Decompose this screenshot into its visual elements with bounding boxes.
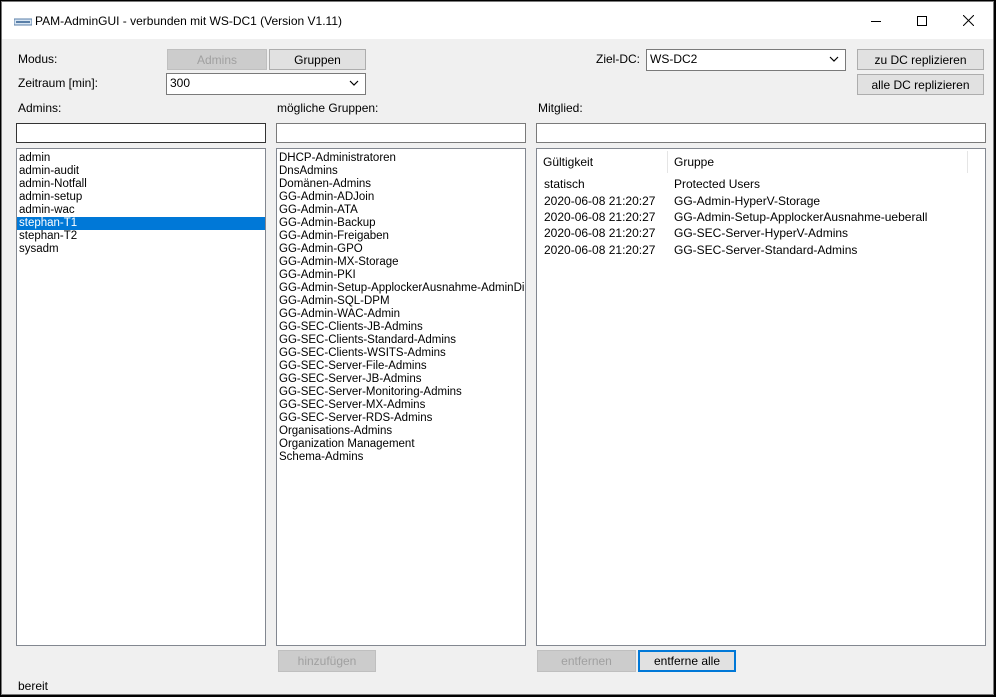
status-text: bereit xyxy=(18,679,49,693)
group-list-item[interactable]: GG-Admin-Setup-ApplockerAusnahme-AdminDi… xyxy=(277,282,525,295)
admin-list-item[interactable]: admin-audit xyxy=(17,165,265,178)
validity-cell: 2020-06-08 21:20:27 xyxy=(544,243,656,257)
column-header-group[interactable]: Gruppe xyxy=(668,149,968,175)
group-list-item[interactable]: GG-SEC-Server-File-Admins xyxy=(277,360,525,373)
remove-button[interactable]: entfernen xyxy=(537,650,636,672)
chevron-down-icon xyxy=(829,56,839,62)
column-divider[interactable] xyxy=(967,151,968,173)
group-list-item[interactable]: GG-Admin-ATA xyxy=(277,204,525,217)
zieldc-select[interactable]: WS-DC2 xyxy=(646,49,846,71)
group-cell: GG-Admin-HyperV-Storage xyxy=(674,194,821,208)
zieldc-label: Ziel-DC: xyxy=(596,52,640,66)
table-row[interactable]: 2020-06-08 21:20:27 GG-SEC-Server-HyperV… xyxy=(537,225,985,242)
close-icon xyxy=(962,15,974,26)
group-cell: GG-Admin-Setup-ApplockerAusnahme-ueberal… xyxy=(674,210,928,224)
table-row[interactable]: 2020-06-08 21:20:27 GG-SEC-Server-Standa… xyxy=(537,242,985,259)
group-list-item[interactable]: GG-Admin-MX-Storage xyxy=(277,256,525,269)
admins-list[interactable]: admin admin-audit admin-Notfall admin-se… xyxy=(16,148,266,646)
group-list-item[interactable]: GG-Admin-ADJoin xyxy=(277,191,525,204)
maximize-button[interactable] xyxy=(899,2,945,39)
group-cell: GG-SEC-Server-HyperV-Admins xyxy=(674,226,849,240)
zeitraum-label: Zeitraum [min]: xyxy=(18,76,99,90)
group-cell: Protected Users xyxy=(674,177,761,191)
table-row[interactable]: 2020-06-08 21:20:27 GG-Admin-Setup-Applo… xyxy=(537,209,985,226)
validity-cell: 2020-06-08 21:20:27 xyxy=(544,226,656,240)
group-list-item[interactable]: Organization Management xyxy=(277,438,525,451)
validity-cell: 2020-06-08 21:20:27 xyxy=(544,210,656,224)
admins-mode-button[interactable]: Admins xyxy=(167,49,267,70)
table-row[interactable]: 2020-06-08 21:20:27 GG-Admin-HyperV-Stor… xyxy=(537,193,985,210)
replicate-all-button[interactable]: alle DC replizieren xyxy=(857,74,984,95)
maximize-icon xyxy=(917,15,927,26)
group-list-item[interactable]: Domänen-Admins xyxy=(277,178,525,191)
group-list-item[interactable]: GG-SEC-Server-Monitoring-Admins xyxy=(277,386,525,399)
admin-list-item[interactable]: admin-wac xyxy=(17,204,265,217)
admins-filter-input[interactable] xyxy=(16,123,266,143)
group-list-item[interactable]: GG-Admin-Freigaben xyxy=(277,230,525,243)
group-list-item[interactable]: Schema-Admins xyxy=(277,451,525,464)
group-list-item[interactable]: DHCP-Administratoren xyxy=(277,152,525,165)
add-group-button[interactable]: hinzufügen xyxy=(278,650,376,672)
member-filter-input[interactable] xyxy=(536,123,986,143)
zieldc-value: WS-DC2 xyxy=(650,52,698,66)
chevron-down-icon xyxy=(349,80,359,86)
column-header-validity[interactable]: Gültigkeit xyxy=(537,149,667,175)
close-button[interactable] xyxy=(945,2,991,39)
zeitraum-select[interactable]: 300 xyxy=(166,73,366,95)
group-list-item[interactable]: GG-SEC-Server-JB-Admins xyxy=(277,373,525,386)
minimize-icon xyxy=(871,20,881,22)
admin-list-item[interactable]: admin xyxy=(17,152,265,165)
member-listview[interactable]: Gültigkeit Gruppe statisch Protected Use… xyxy=(536,148,986,646)
groups-filter-input[interactable] xyxy=(276,123,526,143)
admin-list-item[interactable]: sysadm xyxy=(17,243,265,256)
gruppen-mode-button[interactable]: Gruppen xyxy=(269,49,366,70)
groups-list[interactable]: DHCP-Administratoren DnsAdmins Domänen-A… xyxy=(276,148,526,646)
group-list-item[interactable]: GG-SEC-Clients-Standard-Admins xyxy=(277,334,525,347)
zeitraum-value: 300 xyxy=(170,76,191,90)
group-list-item[interactable]: DnsAdmins xyxy=(277,165,525,178)
group-cell: GG-SEC-Server-Standard-Admins xyxy=(674,243,858,257)
admin-list-item[interactable]: admin-setup xyxy=(17,191,265,204)
group-list-item[interactable]: GG-SEC-Server-MX-Admins xyxy=(277,399,525,412)
app-window: PAM-AdminGUI - verbunden mit WS-DC1 (Ver… xyxy=(1,1,994,695)
member-label: Mitglied: xyxy=(538,101,583,115)
minimize-button[interactable] xyxy=(853,2,899,39)
validity-cell: statisch xyxy=(544,177,585,191)
admins-label: Admins: xyxy=(18,101,62,115)
group-list-item[interactable]: GG-Admin-Backup xyxy=(277,217,525,230)
group-list-item[interactable]: GG-Admin-WAC-Admin xyxy=(277,308,525,321)
group-list-item[interactable]: GG-SEC-Server-RDS-Admins xyxy=(277,412,525,425)
window-title: PAM-AdminGUI - verbunden mit WS-DC1 (Ver… xyxy=(35,14,342,28)
groups-label: mögliche Gruppen: xyxy=(277,101,379,115)
replicate-dc-button[interactable]: zu DC replizieren xyxy=(857,49,984,70)
group-list-item[interactable]: GG-Admin-PKI xyxy=(277,269,525,282)
title-bar[interactable]: PAM-AdminGUI - verbunden mit WS-DC1 (Ver… xyxy=(2,2,993,39)
remove-all-button[interactable]: entferne alle xyxy=(638,650,736,672)
group-list-item[interactable]: GG-SEC-Clients-WSITS-Admins xyxy=(277,347,525,360)
modus-label: Modus: xyxy=(18,52,58,66)
group-list-item[interactable]: GG-Admin-SQL-DPM xyxy=(277,295,525,308)
app-icon xyxy=(14,18,32,26)
table-row[interactable]: statisch Protected Users xyxy=(537,176,985,193)
admin-list-item[interactable]: stephan-T2 xyxy=(17,230,265,243)
admin-list-item-selected[interactable]: stephan-T1 xyxy=(17,217,265,230)
admin-list-item[interactable]: admin-Notfall xyxy=(17,178,265,191)
group-list-item[interactable]: GG-SEC-Clients-JB-Admins xyxy=(277,321,525,334)
group-list-item[interactable]: GG-Admin-GPO xyxy=(277,243,525,256)
group-list-item[interactable]: Organisations-Admins xyxy=(277,425,525,438)
validity-cell: 2020-06-08 21:20:27 xyxy=(544,194,656,208)
